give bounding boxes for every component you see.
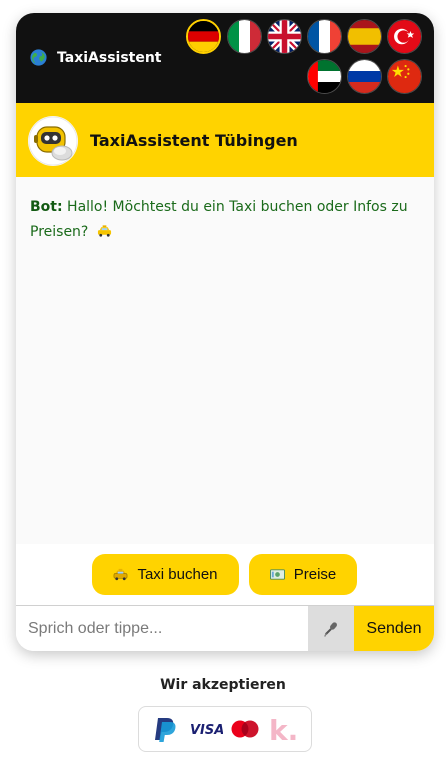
payment-heading: Wir akzeptieren — [160, 677, 286, 693]
taxi-icon — [97, 225, 111, 237]
globe-icon — [30, 49, 47, 66]
flag-ru-button[interactable] — [347, 59, 382, 94]
flag-it-button[interactable] — [227, 19, 262, 54]
send-button[interactable]: Senden — [354, 606, 434, 651]
message-sender: Bot: — [30, 199, 63, 215]
taxi-icon — [114, 568, 128, 581]
chat-title: TaxiAssistent Tübingen — [90, 131, 298, 150]
microphone-icon — [324, 621, 337, 637]
composer: Senden — [16, 605, 434, 651]
chat-widget: TaxiAssistent TaxiAssistent Tübingen Bot… — [16, 13, 434, 651]
taxi-buchen-button[interactable]: Taxi buchen — [92, 554, 239, 595]
brand: TaxiAssistent — [30, 49, 162, 66]
top-bar: TaxiAssistent — [16, 13, 434, 103]
bot-message: Bot: Hallo! Möchtest du ein Taxi buchen … — [30, 195, 420, 245]
message-input[interactable] — [16, 606, 308, 651]
svg-text:k.: k. — [269, 715, 298, 745]
flag-de-button[interactable] — [186, 19, 221, 54]
message-list: Bot: Hallo! Möchtest du ein Taxi buchen … — [16, 177, 434, 544]
payment-methods: VISA k. — [138, 706, 312, 752]
flag-cn-button[interactable] — [387, 59, 422, 94]
robot-avatar-icon — [28, 116, 78, 166]
taxi-buchen-label: Taxi buchen — [137, 566, 218, 583]
money-icon — [269, 569, 285, 580]
mic-button[interactable] — [308, 606, 354, 651]
svg-text:VISA: VISA — [190, 723, 223, 737]
paypal-logo — [155, 718, 176, 742]
preise-label: Preise — [293, 566, 337, 583]
chat-header: TaxiAssistent Tübingen — [16, 103, 434, 177]
preise-button[interactable]: Preise — [249, 554, 357, 595]
flag-ae-button[interactable] — [307, 59, 342, 94]
brand-name: TaxiAssistent — [57, 49, 162, 66]
flag-es-button[interactable] — [347, 19, 382, 54]
flag-tr-button[interactable] — [387, 19, 422, 54]
message-text: Hallo! Möchtest du ein Taxi buchen oder … — [30, 199, 408, 240]
mastercard-logo — [231, 720, 259, 738]
flag-fr-button[interactable] — [307, 19, 342, 54]
klarna-logo: k. — [269, 715, 298, 745]
quick-replies: Taxi buchen Preise — [16, 544, 434, 605]
flag-gb-button[interactable] — [267, 19, 302, 54]
visa-logo: VISA — [190, 723, 223, 737]
